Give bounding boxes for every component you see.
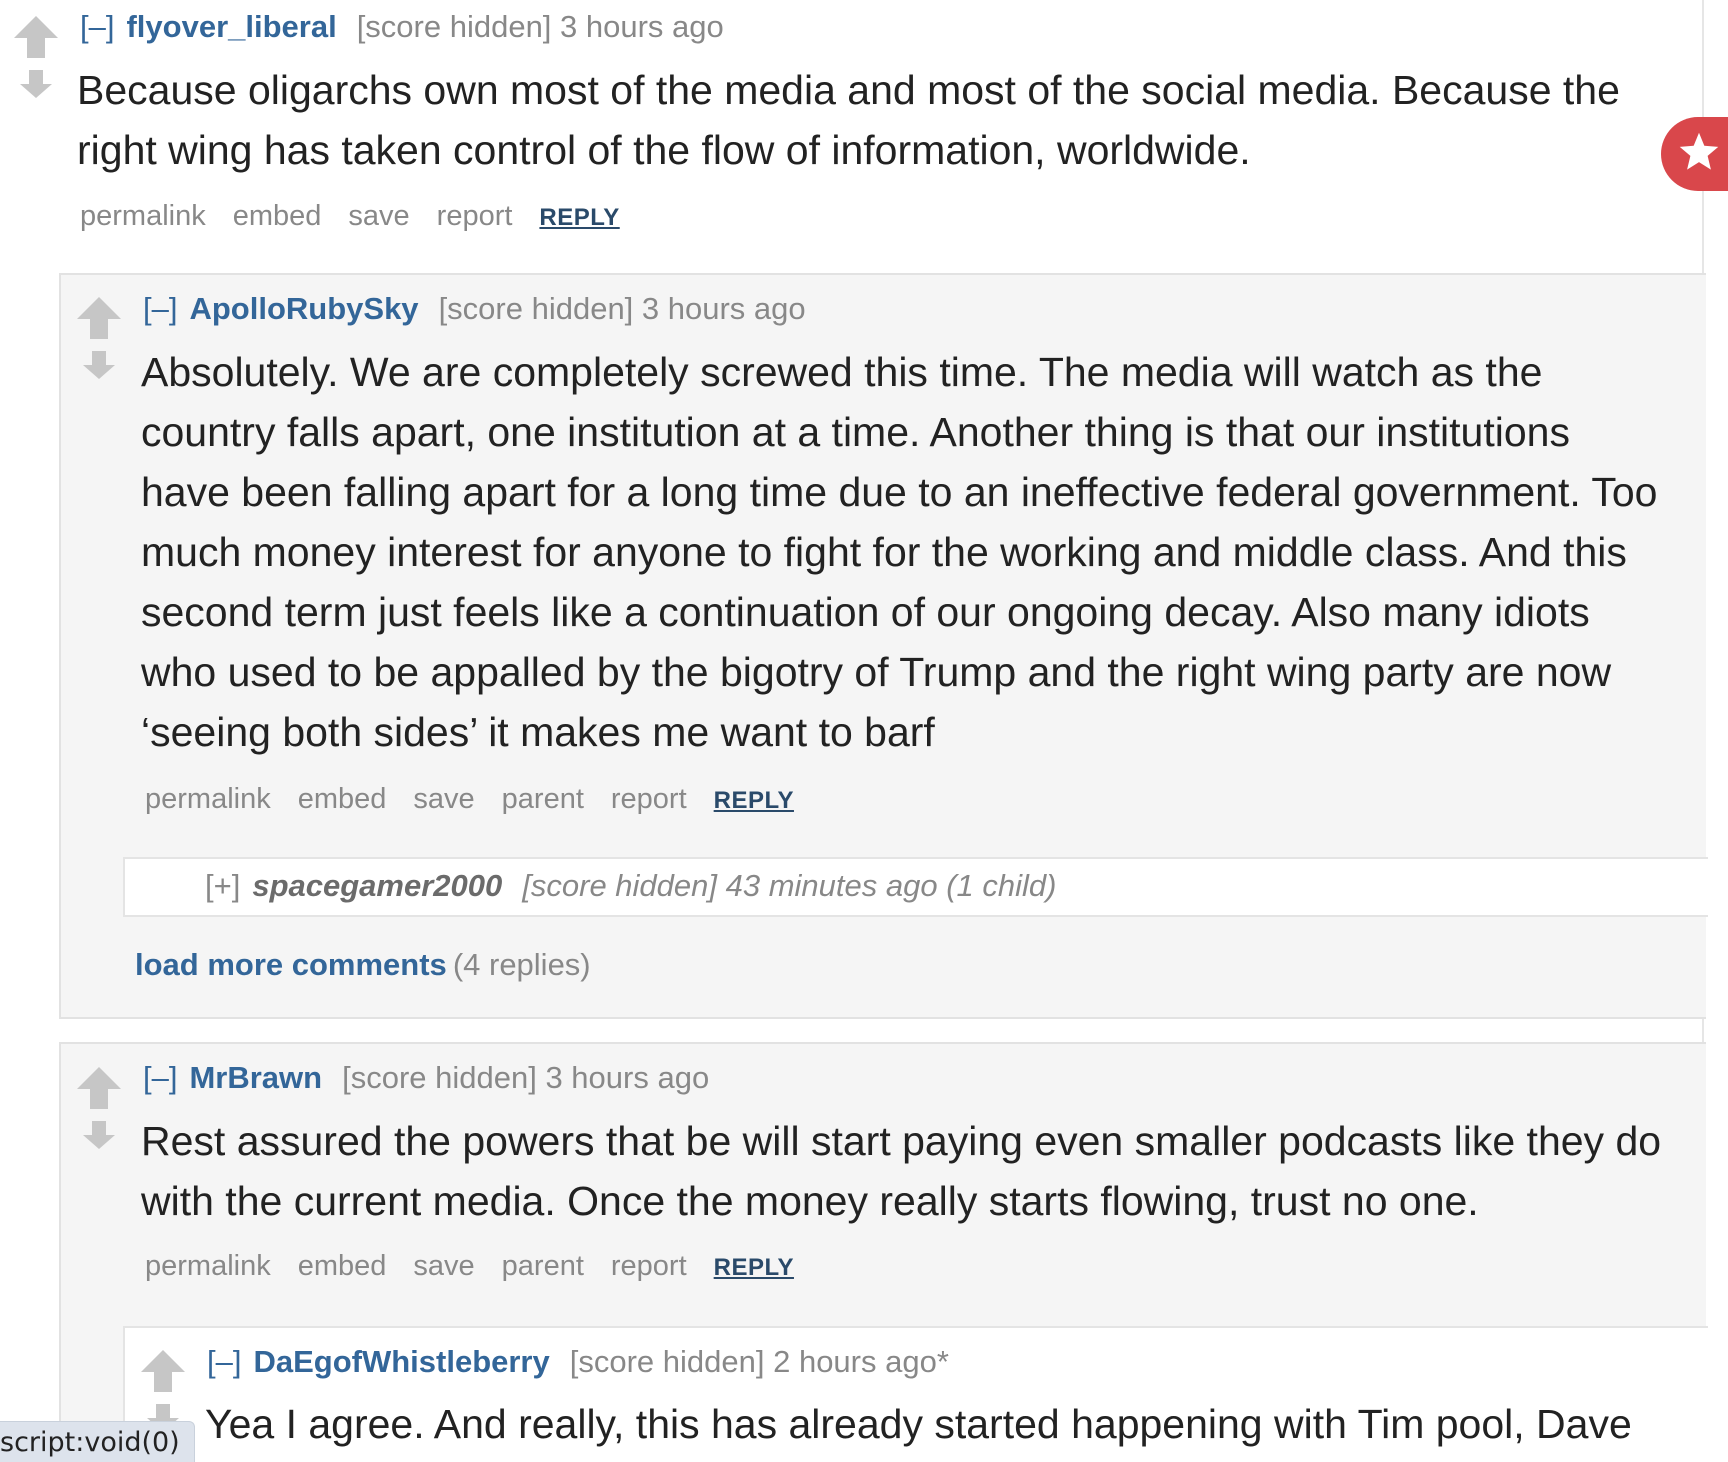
save-link[interactable]: save: [348, 200, 409, 232]
comment-line: Absolutely. We are completely screwed th…: [141, 349, 1543, 395]
comment-thread-page: [–] flyover_liberal [score hidden] 3 hours…: [0, 0, 1728, 1462]
upvote-arrow-icon[interactable]: [139, 1350, 187, 1392]
collapsed-comment-spacegamer2000: [+] spacegamer2000 [score hidden] 43 minut…: [123, 857, 1708, 917]
comment-body: Because oligarchs own most of the media …: [77, 60, 1620, 180]
comment-body: Yea I agree. And really, this has alread…: [205, 1394, 1632, 1454]
comment-tagline: [–] ApolloRubySky [score hidden] 3 hours a…: [143, 291, 806, 327]
score-time: [score hidden] 2 hours ago*: [569, 1344, 949, 1379]
score-time: [score hidden] 3 hours ago: [356, 9, 724, 44]
reply-button[interactable]: REPLY: [714, 1254, 794, 1281]
embed-link[interactable]: embed: [233, 200, 322, 232]
permalink-link[interactable]: permalink: [145, 783, 271, 815]
comment-line: second term just feels like a continuati…: [141, 589, 1590, 635]
save-link[interactable]: save: [413, 1250, 474, 1282]
comment-tagline: [–] flyover_liberal [score hidden] 3 hours…: [80, 9, 724, 45]
parent-link[interactable]: parent: [502, 1250, 584, 1282]
save-link[interactable]: save: [413, 783, 474, 815]
author-link[interactable]: flyover_liberal: [126, 9, 336, 44]
report-link[interactable]: report: [437, 200, 513, 232]
downvote-arrow-icon[interactable]: [75, 351, 123, 379]
comment-line: ‘seeing both sides’ it makes me want to …: [141, 709, 935, 755]
comment-tagline: [–] MrBrawn [score hidden] 3 hours ago: [143, 1060, 709, 1096]
permalink-link[interactable]: permalink: [145, 1250, 271, 1282]
vote-arrows: [139, 1350, 187, 1432]
load-more-count: (4 replies): [452, 947, 591, 982]
downvote-arrow-icon[interactable]: [75, 1121, 123, 1149]
comment-line: country falls apart, one institution at …: [141, 409, 1570, 455]
upvote-arrow-icon[interactable]: [12, 16, 60, 58]
permalink-link[interactable]: permalink: [80, 200, 206, 232]
author-link[interactable]: ApolloRubySky: [189, 291, 418, 326]
parent-link[interactable]: parent: [502, 783, 584, 815]
comment-daegofwhistleberry: [–] DaEgofWhistleberry [score hidden] 2 ho…: [123, 1326, 1708, 1462]
comment-line: have been falling apart for a long time …: [141, 469, 1658, 515]
comment-body: Rest assured the powers that be will sta…: [141, 1111, 1661, 1231]
comment-line: Rest assured the powers that be will sta…: [141, 1118, 1662, 1164]
reply-button[interactable]: REPLY: [714, 787, 794, 814]
vote-arrows: [75, 1067, 123, 1149]
comment-line: with the current media. Once the money r…: [141, 1178, 1479, 1224]
upvote-arrow-icon[interactable]: [75, 297, 123, 339]
upvote-arrow-icon[interactable]: [75, 1067, 123, 1109]
collapse-toggle[interactable]: [–]: [143, 1060, 177, 1095]
author-link[interactable]: spacegamer2000: [252, 868, 502, 903]
score-time: [score hidden] 3 hours ago: [438, 291, 806, 326]
reply-button[interactable]: REPLY: [539, 204, 619, 231]
comment-buttons: permalink embed save parent report REPLY: [145, 783, 821, 816]
author-link[interactable]: MrBrawn: [189, 1060, 322, 1095]
comment-tagline: [+] spacegamer2000 [score hidden] 43 minut…: [205, 868, 1056, 904]
comment-line: much money interest for anyone to fight …: [141, 529, 1627, 575]
collapse-toggle[interactable]: [–]: [207, 1344, 241, 1379]
vote-arrows: [12, 16, 60, 98]
collapse-toggle[interactable]: [–]: [80, 9, 114, 44]
star-icon: [1679, 132, 1719, 170]
comment-apollorubysky: [–] ApolloRubySky [score hidden] 3 hours a…: [59, 273, 1708, 1019]
comment-mrbrawn: [–] MrBrawn [score hidden] 3 hours ago Res…: [59, 1042, 1708, 1462]
comment-line: Yea I agree. And really, this has alread…: [205, 1401, 1632, 1447]
downvote-arrow-icon[interactable]: [12, 70, 60, 98]
load-more-link[interactable]: load more comments: [135, 947, 447, 982]
comment-line: who used to be appalled by the bigotry o…: [141, 649, 1612, 695]
load-more-comments: load more comments (4 replies): [135, 947, 591, 983]
report-link[interactable]: report: [611, 783, 687, 815]
collapse-toggle[interactable]: [–]: [143, 291, 177, 326]
comment-body: Absolutely. We are completely screwed th…: [141, 342, 1657, 762]
vote-arrows: [75, 297, 123, 379]
author-link[interactable]: DaEgofWhistleberry: [253, 1344, 549, 1379]
browser-status-bar: script:void(0): [0, 1421, 195, 1462]
comment-buttons: permalink embed save parent report REPLY: [145, 1250, 821, 1283]
expand-toggle[interactable]: [+]: [205, 868, 240, 903]
comment-line: right wing has taken control of the flow…: [77, 127, 1251, 173]
comment-flyover-liberal: [–] flyover_liberal [score hidden] 3 hours…: [0, 0, 1700, 260]
embed-link[interactable]: embed: [298, 783, 387, 815]
star-badge[interactable]: [1661, 117, 1728, 191]
comment-buttons: permalink embed save report REPLY: [80, 200, 647, 233]
report-link[interactable]: report: [611, 1250, 687, 1282]
embed-link[interactable]: embed: [298, 1250, 387, 1282]
score-time: [score hidden] 43 minutes ago (1 child): [522, 868, 1057, 903]
comment-line: Because oligarchs own most of the media …: [77, 67, 1620, 113]
comment-tagline: [–] DaEgofWhistleberry [score hidden] 2 ho…: [207, 1344, 949, 1380]
score-time: [score hidden] 3 hours ago: [342, 1060, 710, 1095]
